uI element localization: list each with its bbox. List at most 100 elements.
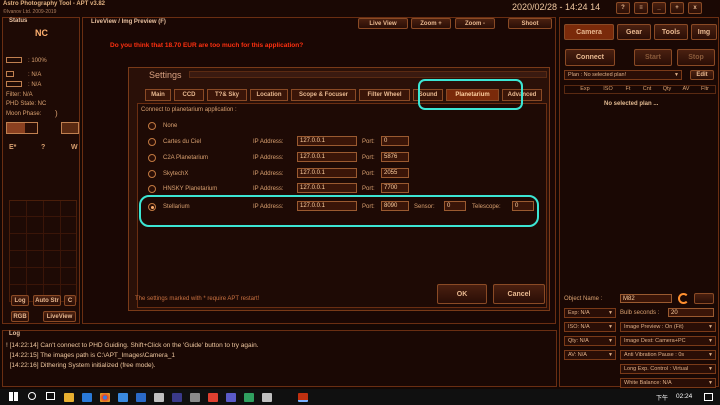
zoom-in-button[interactable]: Zoom +: [411, 18, 451, 29]
help-button[interactable]: ?: [616, 2, 630, 14]
edit-plan-button[interactable]: Edit: [690, 70, 714, 80]
plan-select[interactable]: Plan : No selected plan!: [564, 70, 682, 80]
log-line: ! [14:22:14] Can't connect to PHD Guidin…: [6, 342, 259, 349]
cdc-port-field[interactable]: 0: [381, 136, 409, 146]
ip-label: IP Address:: [253, 204, 284, 210]
option-c2a-label: C2A Planetarium: [163, 155, 209, 161]
file-explorer-icon[interactable]: [64, 393, 74, 402]
zoom-out-button[interactable]: Zoom -: [455, 18, 495, 29]
stellarium-port-field[interactable]: 8090: [381, 201, 409, 211]
settings-title: Settings: [149, 70, 182, 80]
cdc-ip-field[interactable]: 127.0.0.1: [297, 136, 357, 146]
tab-gear[interactable]: Gear: [617, 24, 651, 40]
live-view-button[interactable]: Live View: [358, 18, 408, 29]
cancel-button[interactable]: Cancel: [493, 284, 545, 304]
radio-skytechx[interactable]: [148, 170, 156, 178]
radio-cartes-du-ciel[interactable]: [148, 138, 156, 146]
rgb-button[interactable]: RGB: [11, 311, 29, 322]
tab-ccd[interactable]: CCD: [174, 89, 204, 101]
app-icon-5[interactable]: [226, 393, 236, 402]
radio-stellarium[interactable]: [148, 203, 156, 211]
tab-location[interactable]: Location: [250, 89, 288, 101]
col-iso: ISO: [603, 86, 613, 92]
col-fltr: Fltr: [701, 86, 709, 92]
object-name-field[interactable]: M82: [620, 294, 672, 303]
image-dest-select[interactable]: Image Dest: Camera+PC: [620, 336, 716, 346]
skytechx-port-field[interactable]: 2055: [381, 168, 409, 178]
taskbar-ampm: 下午: [656, 396, 669, 402]
app-icon-3[interactable]: [190, 393, 200, 402]
auto-stretch-button[interactable]: Auto Str: [33, 295, 61, 306]
moon-label: Moon Phase:: [6, 111, 42, 117]
stellarium-ip-field[interactable]: 127.0.0.1: [297, 201, 357, 211]
c2a-port-field[interactable]: 5876: [381, 152, 409, 162]
temp-slider[interactable]: [6, 122, 38, 134]
mount-value: : N/A: [28, 72, 42, 78]
liveview-button[interactable]: LiveView: [43, 311, 76, 322]
store-icon[interactable]: [118, 393, 128, 402]
temp-slider-2[interactable]: [61, 122, 79, 134]
app-copyright: ©Ivanov Ltd. 2009-2019: [3, 9, 57, 15]
task-view-icon[interactable]: [46, 392, 55, 400]
log-line: [14:22:15] The images path is C:\APT_Ima…: [6, 352, 175, 359]
qty-select[interactable]: Qty: N/A: [564, 336, 616, 346]
app-icon-7[interactable]: [262, 393, 272, 402]
skytechx-ip-field[interactable]: 127.0.0.1: [297, 168, 357, 178]
windows-start-icon[interactable]: [9, 392, 18, 401]
tab-filter-wheel[interactable]: Filter Wheel: [359, 89, 410, 101]
notification-icon[interactable]: [704, 393, 713, 401]
stop-button[interactable]: Stop: [677, 49, 715, 66]
radio-none[interactable]: [148, 122, 156, 130]
white-balance-select[interactable]: White Balance: N/A: [620, 378, 716, 388]
datetime: 2020/02/28 - 14:24 14: [512, 2, 601, 12]
option-none-label: None: [163, 123, 178, 129]
telescope-label: Telescope:: [472, 204, 501, 210]
av-select[interactable]: AV: N/A: [564, 350, 616, 360]
long-exp-select[interactable]: Long Exp. Control : Virtual: [620, 364, 716, 374]
nag-message: Do you think that 18.70 EUR are too much…: [110, 42, 304, 49]
tab-sky[interactable]: T?& Sky: [207, 89, 247, 101]
app-icon-6[interactable]: [244, 393, 254, 402]
status-panel: Status NC : 100% : N/A : N/A Filter: N/A…: [2, 17, 80, 324]
radio-hnsky[interactable]: [148, 185, 156, 193]
image-preview-select[interactable]: Image Preview : On (Fit): [620, 322, 716, 332]
stellarium-telescope-field[interactable]: 0: [512, 201, 534, 211]
apt-icon[interactable]: [298, 393, 308, 402]
start-button[interactable]: Start: [634, 49, 672, 66]
maximize-button[interactable]: +: [670, 2, 684, 14]
col-qty: Qty: [662, 86, 672, 92]
hnsky-port-field[interactable]: 7700: [381, 183, 409, 193]
stellarium-sensor-field[interactable]: 0: [444, 201, 466, 211]
close-button[interactable]: x: [688, 2, 702, 14]
app-icon-4[interactable]: [208, 393, 218, 402]
option-cdc-label: Cartes du Ciel: [163, 139, 202, 145]
connect-button[interactable]: Connect: [565, 49, 615, 66]
c2a-ip-field[interactable]: 127.0.0.1: [297, 152, 357, 162]
app-icon-2[interactable]: [172, 393, 182, 402]
ok-button[interactable]: OK: [437, 284, 487, 304]
tab-camera[interactable]: Camera: [564, 24, 614, 40]
tab-img[interactable]: Img: [691, 24, 717, 40]
radio-c2a[interactable]: [148, 154, 156, 162]
edge-icon[interactable]: [82, 393, 92, 402]
bulb-seconds-field[interactable]: 20: [668, 308, 714, 317]
c-button[interactable]: C: [64, 295, 76, 306]
mail-icon[interactable]: [136, 393, 146, 402]
search-icon[interactable]: [28, 392, 36, 400]
iso-select[interactable]: ISO: N/A: [564, 322, 616, 332]
shoot-button[interactable]: Shoot: [508, 18, 552, 29]
exp-select[interactable]: Exp: N/A: [564, 308, 616, 318]
settings-title-bar: [189, 71, 547, 78]
tab-main[interactable]: Main: [145, 89, 171, 101]
log-button[interactable]: Log: [11, 295, 29, 306]
minimize-button[interactable]: _: [652, 2, 666, 14]
anti-vibration-select[interactable]: Anti Vibration Pause : 0s: [620, 350, 716, 360]
menu-button[interactable]: ≡: [634, 2, 648, 14]
tab-tools[interactable]: Tools: [654, 24, 688, 40]
object-list-button[interactable]: [694, 293, 714, 304]
hnsky-ip-field[interactable]: 127.0.0.1: [297, 183, 357, 193]
tab-scope-focuser[interactable]: Scope & Focuser: [291, 89, 356, 101]
chrome-icon[interactable]: [100, 393, 110, 402]
ip-label: IP Address:: [253, 155, 284, 161]
app-icon-1[interactable]: [154, 393, 164, 402]
